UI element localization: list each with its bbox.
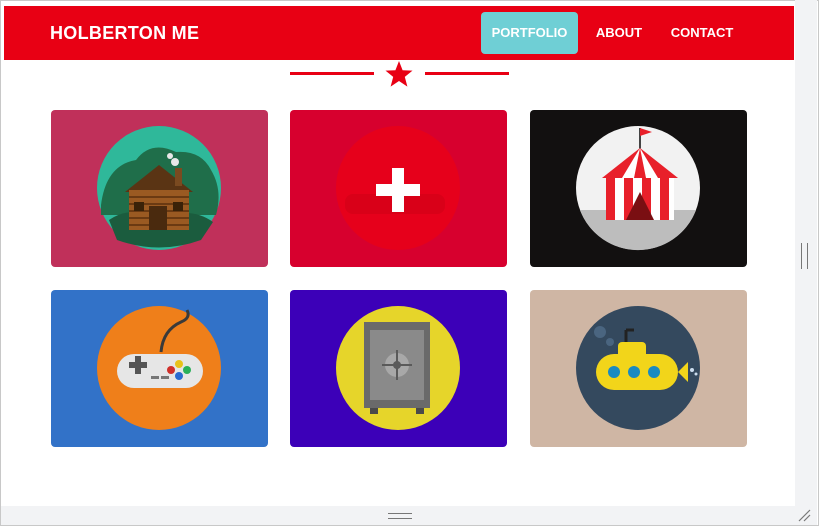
portfolio-card-controller[interactable]: [51, 290, 268, 447]
divider-right: [425, 72, 509, 75]
portfolio-card-submarine[interactable]: [530, 290, 747, 447]
circus-tent-icon: [576, 126, 700, 251]
portfolio-card-safe[interactable]: [290, 290, 507, 447]
nav-link-about[interactable]: ABOUT: [588, 12, 650, 54]
plus-icon: [336, 126, 460, 250]
horizontal-resize-handle[interactable]: [388, 513, 412, 519]
game-controller-icon: [97, 306, 221, 430]
nav-link-portfolio[interactable]: PORTFOLIO: [481, 12, 578, 54]
submarine-icon: [576, 306, 700, 430]
portfolio-card-circus[interactable]: [530, 110, 747, 267]
safe-icon: [336, 306, 460, 430]
navbar: HOLBERTON ME PORTFOLIO ABOUT CONTACT: [4, 6, 794, 60]
cabin-icon: [97, 126, 221, 250]
portfolio-card-plus[interactable]: [290, 110, 507, 267]
vertical-resize-handle[interactable]: [801, 243, 808, 269]
divider-left: [290, 72, 374, 75]
brand-logo[interactable]: HOLBERTON ME: [50, 23, 199, 44]
portfolio-card-cabin[interactable]: [51, 110, 268, 267]
star-icon: [385, 61, 413, 87]
nav-link-contact[interactable]: CONTACT: [662, 12, 742, 54]
resize-grip-icon[interactable]: [797, 508, 811, 522]
